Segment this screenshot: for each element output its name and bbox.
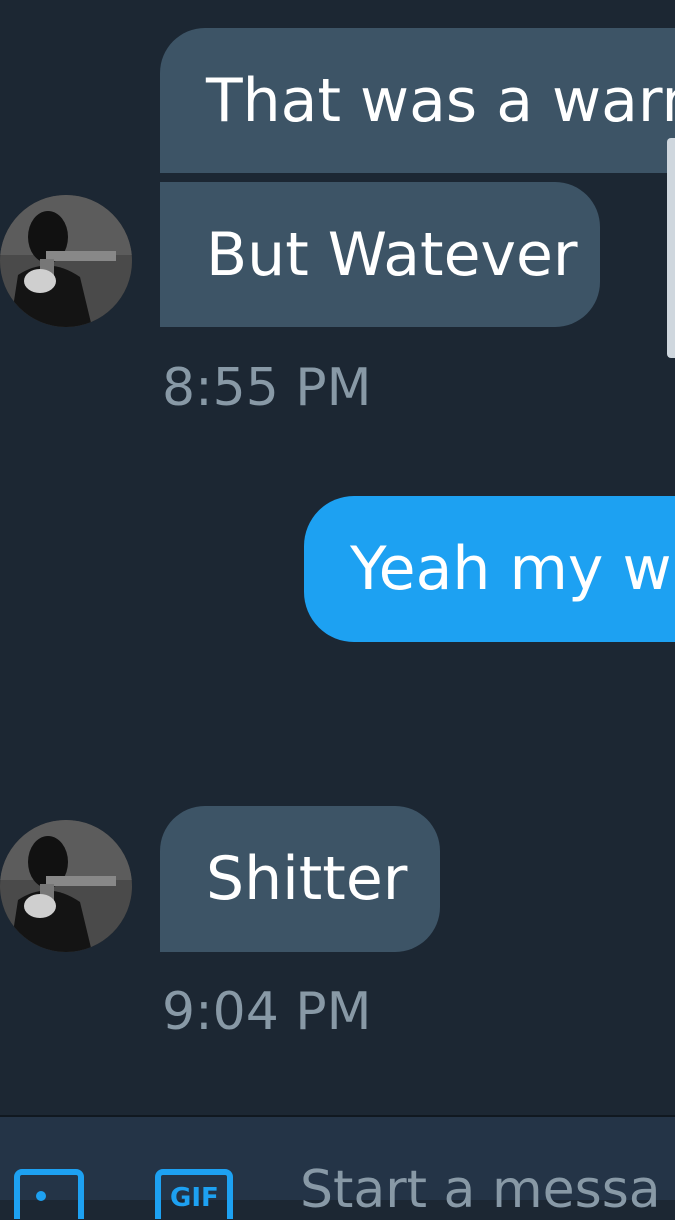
message-input[interactable]: Start a messa: [300, 1160, 661, 1220]
image-icon[interactable]: [14, 1169, 84, 1219]
avatar-image: [0, 820, 132, 952]
message-timestamp: 8:55 PM: [162, 358, 372, 418]
message-bubble-received[interactable]: But Watever: [160, 182, 600, 327]
message-text: Shitter: [206, 844, 408, 914]
message-bubble-received[interactable]: That was a warn: [160, 28, 675, 173]
sender-avatar[interactable]: [0, 195, 132, 327]
message-text: That was a warn: [206, 65, 675, 136]
gif-icon[interactable]: GIF: [155, 1169, 233, 1219]
sender-avatar[interactable]: [0, 820, 132, 952]
message-text: Yeah my wa: [350, 534, 675, 604]
message-bubble-sent[interactable]: Yeah my wa: [304, 496, 675, 642]
gif-label: GIF: [170, 1183, 219, 1213]
message-text: But Watever: [206, 219, 578, 290]
message-bubble-received[interactable]: Shitter: [160, 806, 440, 952]
message-timestamp: 9:04 PM: [162, 982, 372, 1042]
avatar-image: [0, 195, 132, 327]
scroll-thumb[interactable]: [667, 138, 675, 358]
